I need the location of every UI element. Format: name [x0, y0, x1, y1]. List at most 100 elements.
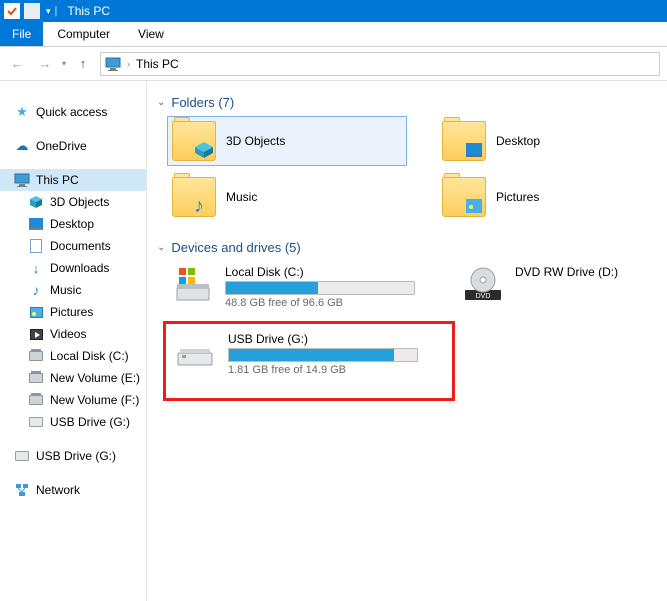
sidebar-item-pictures[interactable]: Pictures — [0, 301, 146, 323]
nav-bar: ← → ▾ ↑ › This PC — [0, 47, 667, 81]
sidebar-item-volume-f[interactable]: New Volume (F:) — [0, 389, 146, 411]
sidebar-item-usb-drive[interactable]: USB Drive (G:) — [0, 411, 146, 433]
star-icon: ★ — [14, 104, 30, 120]
usb-icon — [28, 414, 44, 430]
drive-free-text: 48.8 GB free of 96.6 GB — [225, 297, 423, 309]
music-icon: ♪ — [194, 197, 214, 215]
sidebar-label: Local Disk (C:) — [50, 349, 129, 363]
sidebar-label: New Volume (F:) — [50, 393, 139, 407]
sidebar-item-documents[interactable]: Documents — [0, 235, 146, 257]
group-header-label: Devices and drives (5) — [171, 240, 300, 255]
folder-label: Desktop — [496, 134, 540, 148]
usb-drive-icon — [174, 332, 218, 372]
sidebar-label: Music — [50, 283, 81, 297]
sidebar-network[interactable]: Network — [0, 479, 146, 501]
drive-tile-usb[interactable]: USB Drive (G:) 1.81 GB free of 14.9 GB — [170, 328, 430, 380]
sidebar-usb-external[interactable]: USB Drive (G:) — [0, 445, 146, 467]
tab-view[interactable]: View — [124, 22, 178, 46]
network-icon — [14, 482, 30, 498]
chevron-down-icon: ⌄ — [157, 242, 165, 253]
content-pane: ⌄ Folders (7) 3D Objects Desktop ♪ — [147, 81, 667, 601]
sidebar-label: USB Drive (G:) — [50, 415, 130, 429]
group-header-drives[interactable]: ⌄ Devices and drives (5) — [157, 240, 657, 255]
ribbon: File Computer View — [0, 22, 667, 47]
nav-pane: ★ Quick access ☁ OneDrive This PC 3D Obj… — [0, 81, 147, 601]
title-bar: ▾ | This PC — [0, 0, 667, 22]
sidebar-onedrive[interactable]: ☁ OneDrive — [0, 135, 146, 157]
sidebar-item-videos[interactable]: Videos — [0, 323, 146, 345]
dvd-drive-icon: DVD — [461, 265, 505, 305]
sidebar-label: OneDrive — [36, 139, 87, 153]
history-dropdown-icon[interactable]: ▾ — [62, 59, 66, 68]
sidebar-item-downloads[interactable]: ↓ Downloads — [0, 257, 146, 279]
file-tab[interactable]: File — [0, 22, 43, 46]
group-header-label: Folders (7) — [171, 95, 234, 110]
breadcrumb-current[interactable]: This PC — [136, 57, 179, 71]
document-icon — [28, 238, 44, 254]
folder-tile-music[interactable]: ♪ Music — [167, 172, 407, 222]
sidebar-item-3d-objects[interactable]: 3D Objects — [0, 191, 146, 213]
disk-icon — [28, 348, 44, 364]
window-title: This PC — [67, 4, 110, 18]
cloud-icon: ☁ — [14, 138, 30, 154]
music-icon: ♪ — [28, 282, 44, 298]
picture-icon — [28, 304, 44, 320]
folder-label: Pictures — [496, 190, 539, 204]
this-pc-icon — [105, 56, 121, 72]
sidebar-label: Videos — [50, 327, 86, 341]
desktop-icon — [464, 141, 484, 159]
sidebar-item-desktop[interactable]: Desktop — [0, 213, 146, 235]
sidebar-label: Pictures — [50, 305, 93, 319]
folder-tile-3d-objects[interactable]: 3D Objects — [167, 116, 407, 166]
sidebar-label: Network — [36, 483, 80, 497]
qat-blank-icon[interactable] — [24, 3, 40, 19]
qat-checkbox-icon[interactable] — [4, 3, 20, 19]
sidebar-item-local-disk[interactable]: Local Disk (C:) — [0, 345, 146, 367]
sidebar-label: Quick access — [36, 105, 107, 119]
chevron-right-icon[interactable]: › — [127, 59, 130, 69]
group-header-folders[interactable]: ⌄ Folders (7) — [157, 95, 657, 110]
back-button[interactable]: ← — [6, 53, 28, 75]
capacity-bar — [228, 348, 418, 362]
monitor-icon — [14, 172, 30, 188]
sidebar-label: This PC — [36, 173, 79, 187]
download-icon: ↓ — [28, 260, 44, 276]
drive-name: USB Drive (G:) — [228, 332, 426, 346]
drive-tile-local-disk[interactable]: Local Disk (C:) 48.8 GB free of 96.6 GB — [167, 261, 427, 313]
drive-tile-dvd[interactable]: DVD DVD RW Drive (D:) — [457, 261, 647, 313]
sidebar-quick-access[interactable]: ★ Quick access — [0, 101, 146, 123]
disk-icon — [28, 392, 44, 408]
video-icon — [28, 326, 44, 342]
sidebar-label: Documents — [50, 239, 111, 253]
sidebar-label: 3D Objects — [50, 195, 109, 209]
tab-computer[interactable]: Computer — [43, 22, 124, 46]
folder-tile-desktop[interactable]: Desktop — [437, 116, 607, 166]
cube-icon — [194, 141, 214, 159]
sidebar-label: New Volume (E:) — [50, 371, 140, 385]
cube-icon — [28, 194, 44, 210]
address-bar[interactable]: › This PC — [100, 52, 660, 76]
highlighted-annotation: USB Drive (G:) 1.81 GB free of 14.9 GB — [163, 321, 455, 401]
disk-icon — [28, 370, 44, 386]
qat-dropdown-icon[interactable]: ▾ — [46, 6, 51, 17]
sidebar-label: Desktop — [50, 217, 94, 231]
drive-free-text: 1.81 GB free of 14.9 GB — [228, 364, 426, 376]
up-button[interactable]: ↑ — [72, 53, 94, 75]
desktop-icon — [28, 216, 44, 232]
folder-label: 3D Objects — [226, 134, 285, 148]
svg-text:DVD: DVD — [476, 293, 491, 300]
capacity-bar — [225, 281, 415, 295]
chevron-down-icon: ⌄ — [157, 97, 165, 108]
folder-label: Music — [226, 190, 257, 204]
folder-tile-pictures[interactable]: Pictures — [437, 172, 607, 222]
drive-name: DVD RW Drive (D:) — [515, 265, 643, 279]
sidebar-label: USB Drive (G:) — [36, 449, 116, 463]
forward-button[interactable]: → — [34, 53, 56, 75]
picture-icon — [464, 197, 484, 215]
sidebar-item-volume-e[interactable]: New Volume (E:) — [0, 367, 146, 389]
sidebar-item-music[interactable]: ♪ Music — [0, 279, 146, 301]
sidebar-label: Downloads — [50, 261, 109, 275]
usb-icon — [14, 448, 30, 464]
drive-name: Local Disk (C:) — [225, 265, 423, 279]
sidebar-this-pc[interactable]: This PC — [0, 169, 146, 191]
